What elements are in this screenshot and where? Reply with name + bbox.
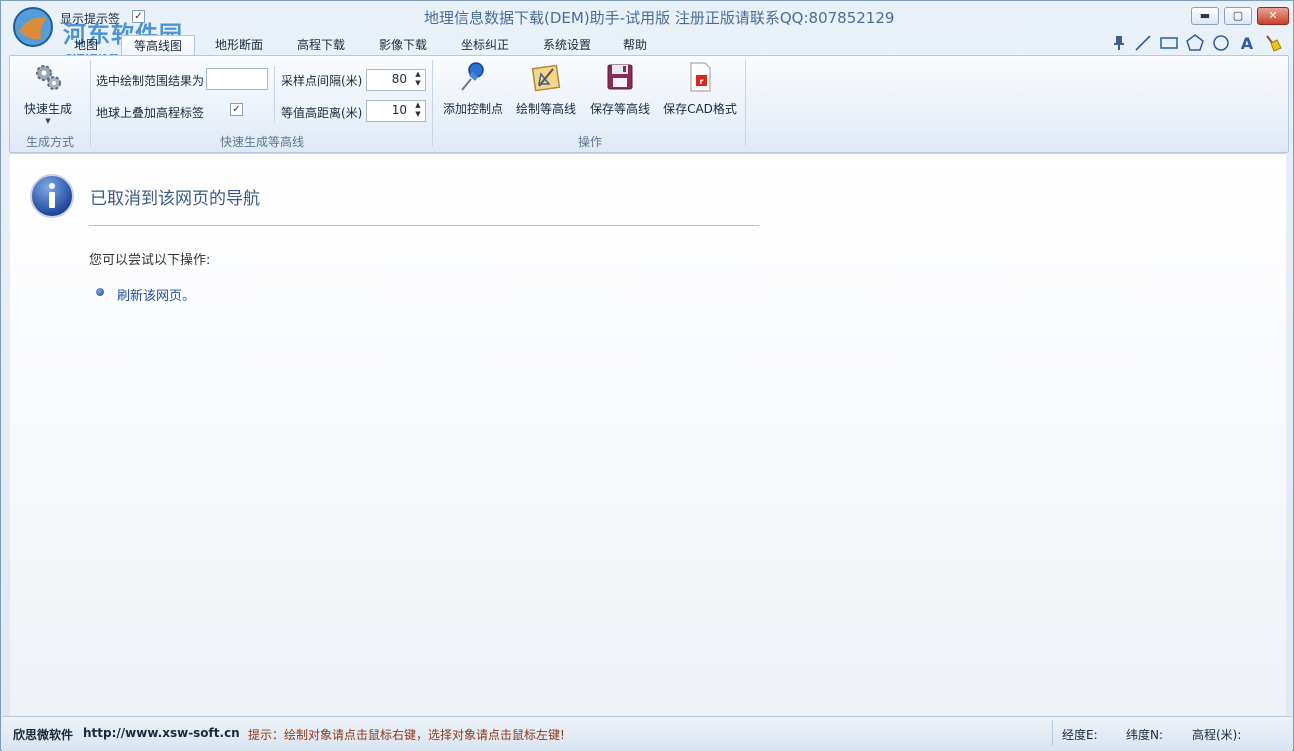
floppy-disk-icon <box>607 64 633 90</box>
pin-icon[interactable] <box>1109 33 1129 53</box>
app-window: 显示提示签 ✓ 河东软件园 www.pc0359.cn 地理信息数据下载(DEM… <box>0 0 1294 751</box>
save-cad-button[interactable]: r 保存CAD格式 <box>662 60 738 120</box>
tab-terrain-section[interactable]: 地形断面 <box>203 35 275 55</box>
close-button[interactable]: ✕ <box>1257 7 1289 25</box>
sample-interval-stepper[interactable]: 80 ▲ ▼ <box>366 69 426 91</box>
tab-help[interactable]: 帮助 <box>613 35 657 55</box>
generate-group-caption: 生成方式 <box>25 135 74 149</box>
minimize-button[interactable]: ▬ <box>1191 7 1219 25</box>
title-bar: 显示提示签 ✓ 河东软件园 www.pc0359.cn 地理信息数据下载(DEM… <box>1 1 1293 66</box>
save-contour-button[interactable]: 保存等高线 <box>588 60 652 120</box>
elevation-label: 高程(米): <box>1192 728 1242 742</box>
broom-icon[interactable] <box>1263 33 1283 53</box>
contour-interval-value: 10 <box>391 103 407 117</box>
save-contour-label: 保存等高线 <box>589 102 650 116</box>
select-range-label: 选中绘制范围结果为 <box>96 74 205 88</box>
draw-contour-label: 绘制等高线 <box>515 102 576 116</box>
contour-interval-label: 等值高距离(米) <box>281 106 363 120</box>
company-name: 欣思微软件 <box>13 728 74 742</box>
add-control-point-button[interactable]: 添加控制点 <box>442 60 504 120</box>
svg-text:A: A <box>1241 34 1254 53</box>
spin-arrows-icon[interactable]: ▲ ▼ <box>413 101 423 121</box>
tab-coordinate-correction[interactable]: 坐标纠正 <box>449 35 521 55</box>
cad-file-icon: r <box>690 62 711 92</box>
field-divider <box>274 66 275 122</box>
refresh-page-link[interactable]: 刷新该网页。 <box>117 285 195 304</box>
sample-interval-value: 80 <box>391 72 407 86</box>
drafting-icon <box>531 64 561 92</box>
text-icon[interactable]: A <box>1237 33 1257 53</box>
spin-arrows-icon[interactable]: ▲ ▼ <box>413 70 423 90</box>
quick-group-caption: 快速生成等高线 <box>219 135 304 149</box>
browser-content: 已取消到该网页的导航 您可以尝试以下操作: 刷新该网页。 <box>10 153 1286 716</box>
overlay-elevation-checkbox[interactable]: ✓ <box>230 103 243 116</box>
tab-contour-map[interactable]: 等高线图 <box>121 35 195 55</box>
status-divider <box>1052 720 1053 746</box>
divider <box>89 225 759 226</box>
latitude-label: 纬度N: <box>1126 728 1164 742</box>
tab-system-settings[interactable]: 系统设置 <box>531 35 603 55</box>
save-cad-label: 保存CAD格式 <box>663 102 737 116</box>
ops-group-caption: 操作 <box>577 135 602 149</box>
select-range-result-field[interactable] <box>206 68 268 90</box>
rectangle-icon[interactable] <box>1159 33 1179 53</box>
group-divider <box>90 60 91 146</box>
company-url: http://www.xsw-soft.cn <box>83 726 240 740</box>
longitude-label: 经度E: <box>1062 728 1098 742</box>
status-hint: 提示：绘制对象请点击鼠标右键，选择对象请点击鼠标左键! <box>248 728 565 742</box>
quick-generate-button[interactable]: 快速生成 ▼ <box>22 60 74 125</box>
pushpin-icon <box>461 62 484 91</box>
ribbon: 快速生成 ▼ 生成方式 选中绘制范围结果为 地球上叠加高程标签 ✓ 采样点间隔(… <box>9 55 1289 153</box>
chevron-down-icon: ▼ <box>45 117 51 125</box>
sample-interval-label: 采样点间隔(米) <box>281 74 363 88</box>
group-divider <box>432 60 433 146</box>
contour-interval-stepper[interactable]: 10 ▲ ▼ <box>366 100 426 122</box>
tab-elevation-download[interactable]: 高程下载 <box>285 35 357 55</box>
line-icon[interactable] <box>1133 33 1153 53</box>
circle-icon[interactable] <box>1211 33 1231 53</box>
svg-text:r: r <box>700 77 704 86</box>
overlay-label: 地球上叠加高程标签 <box>96 106 205 120</box>
group-divider <box>745 60 746 146</box>
app-logo-icon <box>13 7 53 47</box>
info-icon <box>30 174 74 218</box>
status-bar: 欣思微软件 http://www.xsw-soft.cn 提示：绘制对象请点击鼠… <box>2 716 1292 751</box>
quick-generate-label: 快速生成 <box>23 102 72 116</box>
draw-contour-button[interactable]: 绘制等高线 <box>514 60 578 120</box>
add-control-point-label: 添加控制点 <box>442 102 503 116</box>
pentagon-icon[interactable] <box>1185 33 1205 53</box>
window-title: 地理信息数据下载(DEM)助手-试用版 注册正版请联系QQ:807852129 <box>424 9 895 27</box>
tab-imagery-download[interactable]: 影像下载 <box>367 35 439 55</box>
navigation-cancelled-title: 已取消到该网页的导航 <box>90 189 260 209</box>
gears-icon <box>36 65 61 90</box>
try-following-text: 您可以尝试以下操作: <box>89 253 211 268</box>
tab-map[interactable]: 地图 <box>59 35 113 55</box>
bullet-icon <box>96 288 104 296</box>
maximize-button[interactable]: ▢ <box>1224 7 1252 25</box>
